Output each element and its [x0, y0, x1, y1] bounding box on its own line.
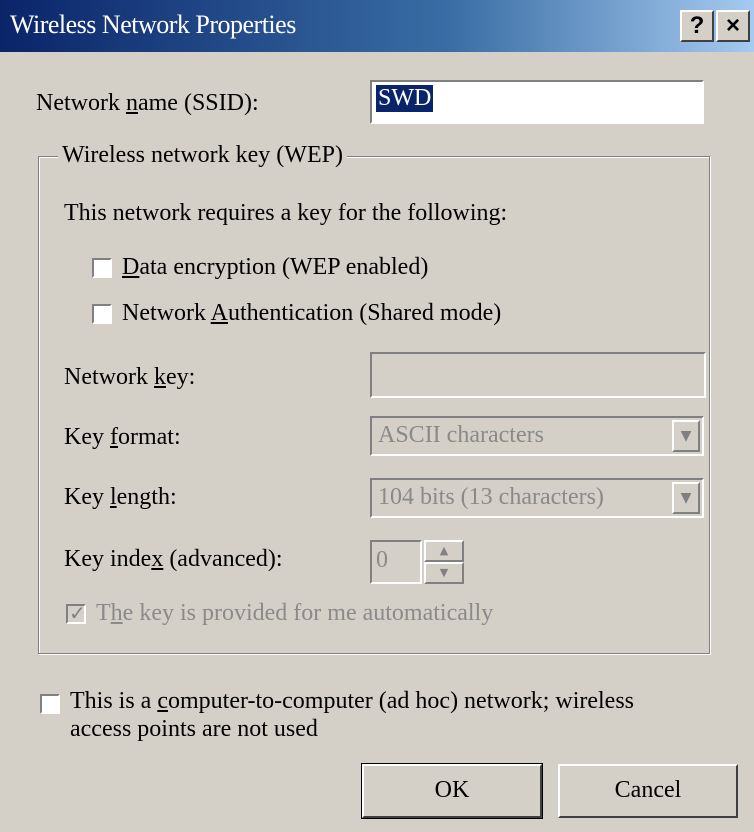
network-authentication-label: Network Authentication (Shared mode): [122, 300, 502, 326]
key-length-label: Key length:: [64, 484, 177, 510]
window-title: Wireless Network Properties: [10, 10, 296, 39]
auto-key-checkbox[interactable]: ✓: [66, 601, 86, 625]
spin-up-button[interactable]: ▲: [424, 540, 464, 562]
network-key-input[interactable]: [370, 352, 706, 398]
key-format-dropdown-button[interactable]: ▼: [672, 420, 700, 452]
adhoc-label-line2: access points are not used: [70, 716, 318, 742]
adhoc-label-line1: This is a computer-to-computer (ad hoc) …: [70, 688, 635, 714]
ssid-input[interactable]: SWD: [370, 80, 704, 124]
help-button[interactable]: ?: [680, 10, 714, 42]
key-length-value: 104 bits (13 characters): [378, 484, 604, 510]
spin-down-button[interactable]: ▼: [424, 562, 464, 584]
key-length-dropdown-button[interactable]: ▼: [672, 482, 700, 514]
cancel-button[interactable]: Cancel: [558, 764, 738, 818]
data-encryption-checkbox[interactable]: [92, 258, 112, 278]
data-encryption-label: Data encryption (WEP enabled): [122, 254, 429, 280]
chevron-down-icon: ▼: [680, 428, 692, 444]
close-button[interactable]: ×: [716, 10, 750, 42]
ssid-label: Network name (SSID):: [36, 90, 259, 116]
key-index-value: 0: [376, 547, 388, 573]
key-length-select[interactable]: 104 bits (13 characters) ▼: [370, 478, 704, 518]
key-index-spinner: ▲ ▼: [424, 540, 464, 584]
wep-group-label: Wireless network key (WEP): [58, 142, 347, 169]
close-icon: ×: [725, 12, 740, 39]
adhoc-checkbox[interactable]: [40, 694, 60, 714]
key-index-label: Key index (advanced):: [64, 546, 283, 572]
chevron-up-icon: ▲: [439, 544, 449, 557]
key-format-select[interactable]: ASCII characters ▼: [370, 416, 704, 456]
help-icon: ?: [689, 12, 705, 39]
key-format-value: ASCII characters: [378, 422, 544, 448]
wep-intro-text: This network requires a key for the foll…: [64, 200, 508, 226]
checkmark-icon: ✓: [69, 601, 86, 625]
wireless-network-properties-dialog: Wireless Network Properties ? × Network …: [0, 0, 754, 832]
ssid-value: SWD: [376, 85, 434, 112]
key-index-input[interactable]: 0: [370, 540, 422, 584]
auto-key-label: The key is provided for me automatically: [96, 600, 494, 626]
key-format-label: Key format:: [64, 424, 181, 450]
ok-button[interactable]: OK: [361, 763, 543, 819]
title-bar[interactable]: Wireless Network Properties ? ×: [0, 0, 754, 52]
chevron-down-icon: ▼: [439, 566, 449, 579]
network-key-label: Network key:: [64, 364, 196, 390]
chevron-down-icon: ▼: [680, 490, 692, 506]
network-authentication-checkbox[interactable]: [92, 304, 112, 324]
